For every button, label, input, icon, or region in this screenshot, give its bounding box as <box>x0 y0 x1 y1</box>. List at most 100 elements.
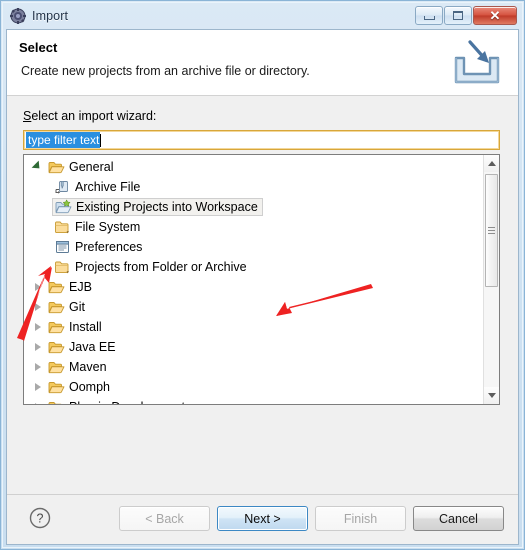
finish-button[interactable]: Finish <box>315 506 406 531</box>
expander-collapse-icon[interactable] <box>30 157 46 177</box>
tree-row[interactable]: Projects from Folder or Archive <box>24 257 484 277</box>
tree-row-indent: Projects from Folder or Archive <box>24 258 251 276</box>
expander-expand-icon[interactable] <box>30 337 46 357</box>
button-bar: ? < Back Next > Finish Cancel <box>7 495 518 544</box>
window-controls: ✕ <box>415 6 517 25</box>
import-dialog-window: Import ✕ Select Create new projects from… <box>0 0 525 550</box>
tree-row-indent: Archive File <box>24 178 144 196</box>
wizard-body: Select an import wizard: type filter tex… <box>7 96 518 544</box>
tree-row[interactable]: Maven <box>24 357 484 377</box>
dialog-client-area: Select Create new projects from an archi… <box>6 29 519 545</box>
expander-expand-icon[interactable] <box>30 277 46 297</box>
tree-row-label: Maven <box>69 359 107 374</box>
folder-open-icon <box>48 299 65 315</box>
tree-row-indent: General <box>24 157 117 177</box>
filter-input[interactable]: type filter text <box>23 130 500 150</box>
expander-expand-icon[interactable] <box>30 377 46 397</box>
tree-row-label: Plug-in Development <box>69 400 185 405</box>
page-description: Create new projects from an archive file… <box>21 64 310 78</box>
expander-expand-icon[interactable] <box>30 397 46 404</box>
filter-input-value: type filter text <box>26 132 101 148</box>
tree-row-label: General <box>69 159 114 174</box>
import-arrow-into-tray-icon <box>448 36 506 90</box>
tree-row-content: Oomph <box>46 378 114 396</box>
scrollbar-thumb[interactable] <box>485 174 498 287</box>
tree-row-selected[interactable]: Existing Projects into Workspace <box>24 197 484 217</box>
tree-row-content: Java EE <box>46 338 120 356</box>
tree-row[interactable]: General <box>24 157 484 177</box>
tree-row-content: Existing Projects into Workspace <box>52 198 263 216</box>
tree-row-indent: Maven <box>24 357 111 377</box>
wizard-buttons: < Back Next > Finish Cancel <box>119 506 504 531</box>
folder-open-icon <box>48 339 65 355</box>
folder-open-icon <box>48 319 65 335</box>
select-wizard-label-rest: elect an import wizard: <box>31 109 157 123</box>
folder-closed-icon <box>54 259 71 275</box>
back-button[interactable]: < Back <box>119 506 210 531</box>
tree-row-label: Projects from Folder or Archive <box>75 259 247 274</box>
tree-row[interactable]: Java EE <box>24 337 484 357</box>
tree-row-indent: Oomph <box>24 377 114 397</box>
tree-row-label: Archive File <box>75 179 141 194</box>
tree-row-content: Archive File <box>52 178 144 196</box>
window-title: Import <box>32 9 69 23</box>
tree-row-content: General <box>46 158 117 176</box>
tree-row-content: Git <box>46 298 89 316</box>
eclipse-gear-icon <box>10 8 26 24</box>
tree-row-indent: Git <box>24 297 89 317</box>
tree-row[interactable]: File System <box>24 217 484 237</box>
wizard-header: Select Create new projects from an archi… <box>7 30 518 96</box>
tree-row[interactable]: Install <box>24 317 484 337</box>
close-button[interactable]: ✕ <box>473 6 517 25</box>
tree-row-label: Java EE <box>69 339 116 354</box>
tree-row-content: Maven <box>46 358 111 376</box>
scrollbar-grip-icon <box>488 227 495 234</box>
tree-row-indent: Existing Projects into Workspace <box>24 198 263 216</box>
tree-row[interactable]: Archive File <box>24 177 484 197</box>
scroll-down-button[interactable] <box>484 387 499 404</box>
maximize-icon <box>453 11 463 20</box>
help-button[interactable]: ? <box>29 507 51 529</box>
cancel-button-label: Cancel <box>439 511 478 526</box>
tree-row[interactable]: Oomph <box>24 377 484 397</box>
maximize-button[interactable] <box>444 6 472 25</box>
folder-open-icon <box>48 279 65 295</box>
tree-row-label: Git <box>69 299 85 314</box>
title-bar[interactable]: Import ✕ <box>3 3 522 29</box>
cancel-button[interactable]: Cancel <box>413 506 504 531</box>
tree-row-label: Preferences <box>75 239 143 254</box>
tree-row-indent: Preferences <box>24 238 146 256</box>
folder-open-icon <box>48 379 65 395</box>
expander-expand-icon[interactable] <box>30 357 46 377</box>
folder-open-icon <box>48 359 65 375</box>
tree-row[interactable]: Preferences <box>24 237 484 257</box>
expander-expand-icon[interactable] <box>30 297 46 317</box>
text-caret <box>100 133 102 147</box>
projects-import-icon <box>55 199 72 215</box>
import-wizard-tree[interactable]: General Archive File Existing Projects int… <box>23 154 500 405</box>
tree-row[interactable]: Git <box>24 297 484 317</box>
minimize-button[interactable] <box>415 6 443 25</box>
folder-closed-icon <box>54 219 71 235</box>
next-button[interactable]: Next > <box>217 506 308 531</box>
tree-row-indent: Install <box>24 317 106 337</box>
page-title: Select <box>19 40 58 55</box>
expander-expand-icon[interactable] <box>30 317 46 337</box>
chevron-down-icon <box>487 393 496 398</box>
chevron-up-icon <box>487 161 496 166</box>
tree-row[interactable]: Plug-in Development <box>24 397 484 405</box>
tree-row-label: Oomph <box>69 379 110 394</box>
tree-row[interactable]: EJB <box>24 277 484 297</box>
tree-row-content: Preferences <box>52 238 146 256</box>
tree-row-content: Install <box>46 318 106 336</box>
tree-row-label: EJB <box>69 279 92 294</box>
scroll-up-button[interactable] <box>484 155 499 172</box>
tree-row-indent: Java EE <box>24 337 120 357</box>
select-wizard-label: Select an import wizard: <box>23 109 156 123</box>
tree-row-content: EJB <box>46 278 96 296</box>
preferences-icon <box>54 239 71 255</box>
tree-row-label: Install <box>69 319 102 334</box>
folder-open-icon <box>48 159 65 175</box>
tree-vertical-scrollbar[interactable] <box>483 155 499 404</box>
tree-row-content: File System <box>52 218 144 236</box>
